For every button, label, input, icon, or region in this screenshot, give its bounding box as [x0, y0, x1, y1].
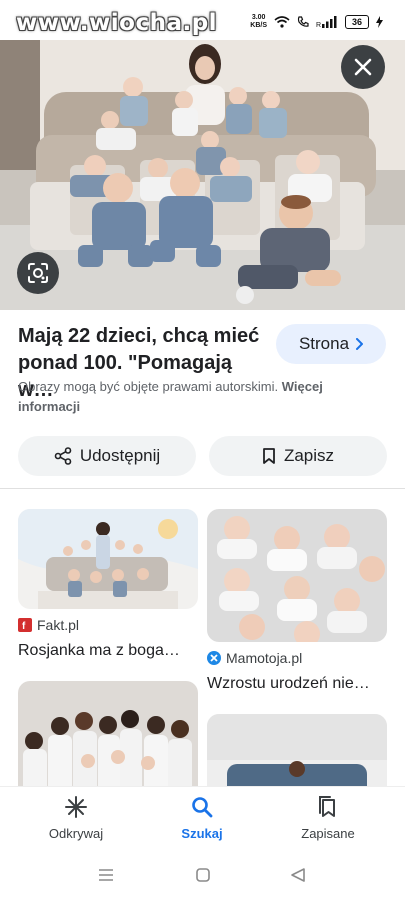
related-title[interactable]: Wzrostu urodzeń nie… [207, 675, 370, 693]
fakt-favicon-icon: f [18, 618, 32, 632]
nav-search[interactable]: Szukaj [147, 795, 257, 841]
related-image-fakt[interactable] [18, 509, 198, 609]
watermark: www.wiocha.pl [16, 10, 218, 36]
lens-icon [28, 263, 48, 283]
copyright-notice: Obrazy mogą być objęte prawami autorskim… [18, 377, 388, 417]
nav-discover-label: Odkrywaj [48, 826, 104, 841]
copyright-text: Obrazy mogą być objęte prawami autorskim… [18, 379, 279, 394]
share-label: Udostępnij [79, 446, 161, 465]
source-name: Fakt.pl [37, 617, 80, 633]
home-icon[interactable] [195, 867, 211, 883]
nav-discover[interactable]: Odkrywaj [21, 795, 131, 841]
hero-image[interactable] [0, 40, 405, 310]
lens-button[interactable] [17, 252, 59, 294]
net-speed-value: 3.00 [251, 14, 266, 21]
bottom-navigation: Odkrywaj Szukaj Zapisane [0, 786, 405, 851]
source-mamotoja[interactable]: Mamotoja.pl [207, 650, 302, 666]
net-speed-unit: KB/S [250, 22, 267, 29]
nav-saved[interactable]: Zapisane [273, 795, 383, 841]
call-icon [297, 16, 309, 27]
source-name: Mamotoja.pl [226, 650, 303, 666]
nav-saved-label: Zapisane [301, 826, 355, 841]
share-button[interactable]: Udostępnij [18, 436, 196, 476]
system-navigation [0, 850, 405, 900]
hero-photo [0, 40, 405, 310]
status-icons: 3.00 KB/S R 36 [250, 14, 383, 30]
battery-indicator: 36 [345, 15, 369, 29]
close-icon [354, 58, 372, 76]
bookmarks-icon [319, 796, 335, 817]
mamotoja-favicon-icon [207, 651, 221, 665]
search-icon [192, 797, 213, 818]
related-image-family[interactable] [18, 681, 198, 801]
nav-search-label: Szukaj [181, 826, 223, 841]
share-icon [54, 447, 72, 465]
section-divider [0, 488, 405, 489]
wifi-icon [274, 16, 290, 28]
net-speed: 3.00 KB/S [250, 14, 267, 30]
bookmark-icon [263, 448, 275, 464]
chevron-right-icon [356, 338, 364, 350]
status-bar: www.wiocha.pl 3.00 KB/S R 36 [0, 0, 405, 44]
asterisk-icon [65, 796, 87, 818]
signal-icon: R [316, 16, 337, 28]
visit-label: Strona [298, 334, 350, 353]
source-fakt[interactable]: f Fakt.pl [18, 617, 79, 633]
related-title[interactable]: Rosjanka ma z boga… [18, 642, 180, 660]
related-photo [18, 681, 198, 801]
visit-button[interactable]: Strona [276, 324, 386, 364]
signal-label: R [316, 22, 321, 28]
menu-icon[interactable] [98, 868, 114, 882]
close-button[interactable] [341, 45, 385, 89]
save-label: Zapisz [283, 446, 335, 465]
charging-icon [376, 16, 383, 28]
related-image-mamotoja[interactable] [207, 509, 387, 642]
save-button[interactable]: Zapisz [209, 436, 387, 476]
related-photo [18, 509, 198, 609]
related-photo [207, 509, 387, 642]
back-icon[interactable] [290, 867, 306, 883]
